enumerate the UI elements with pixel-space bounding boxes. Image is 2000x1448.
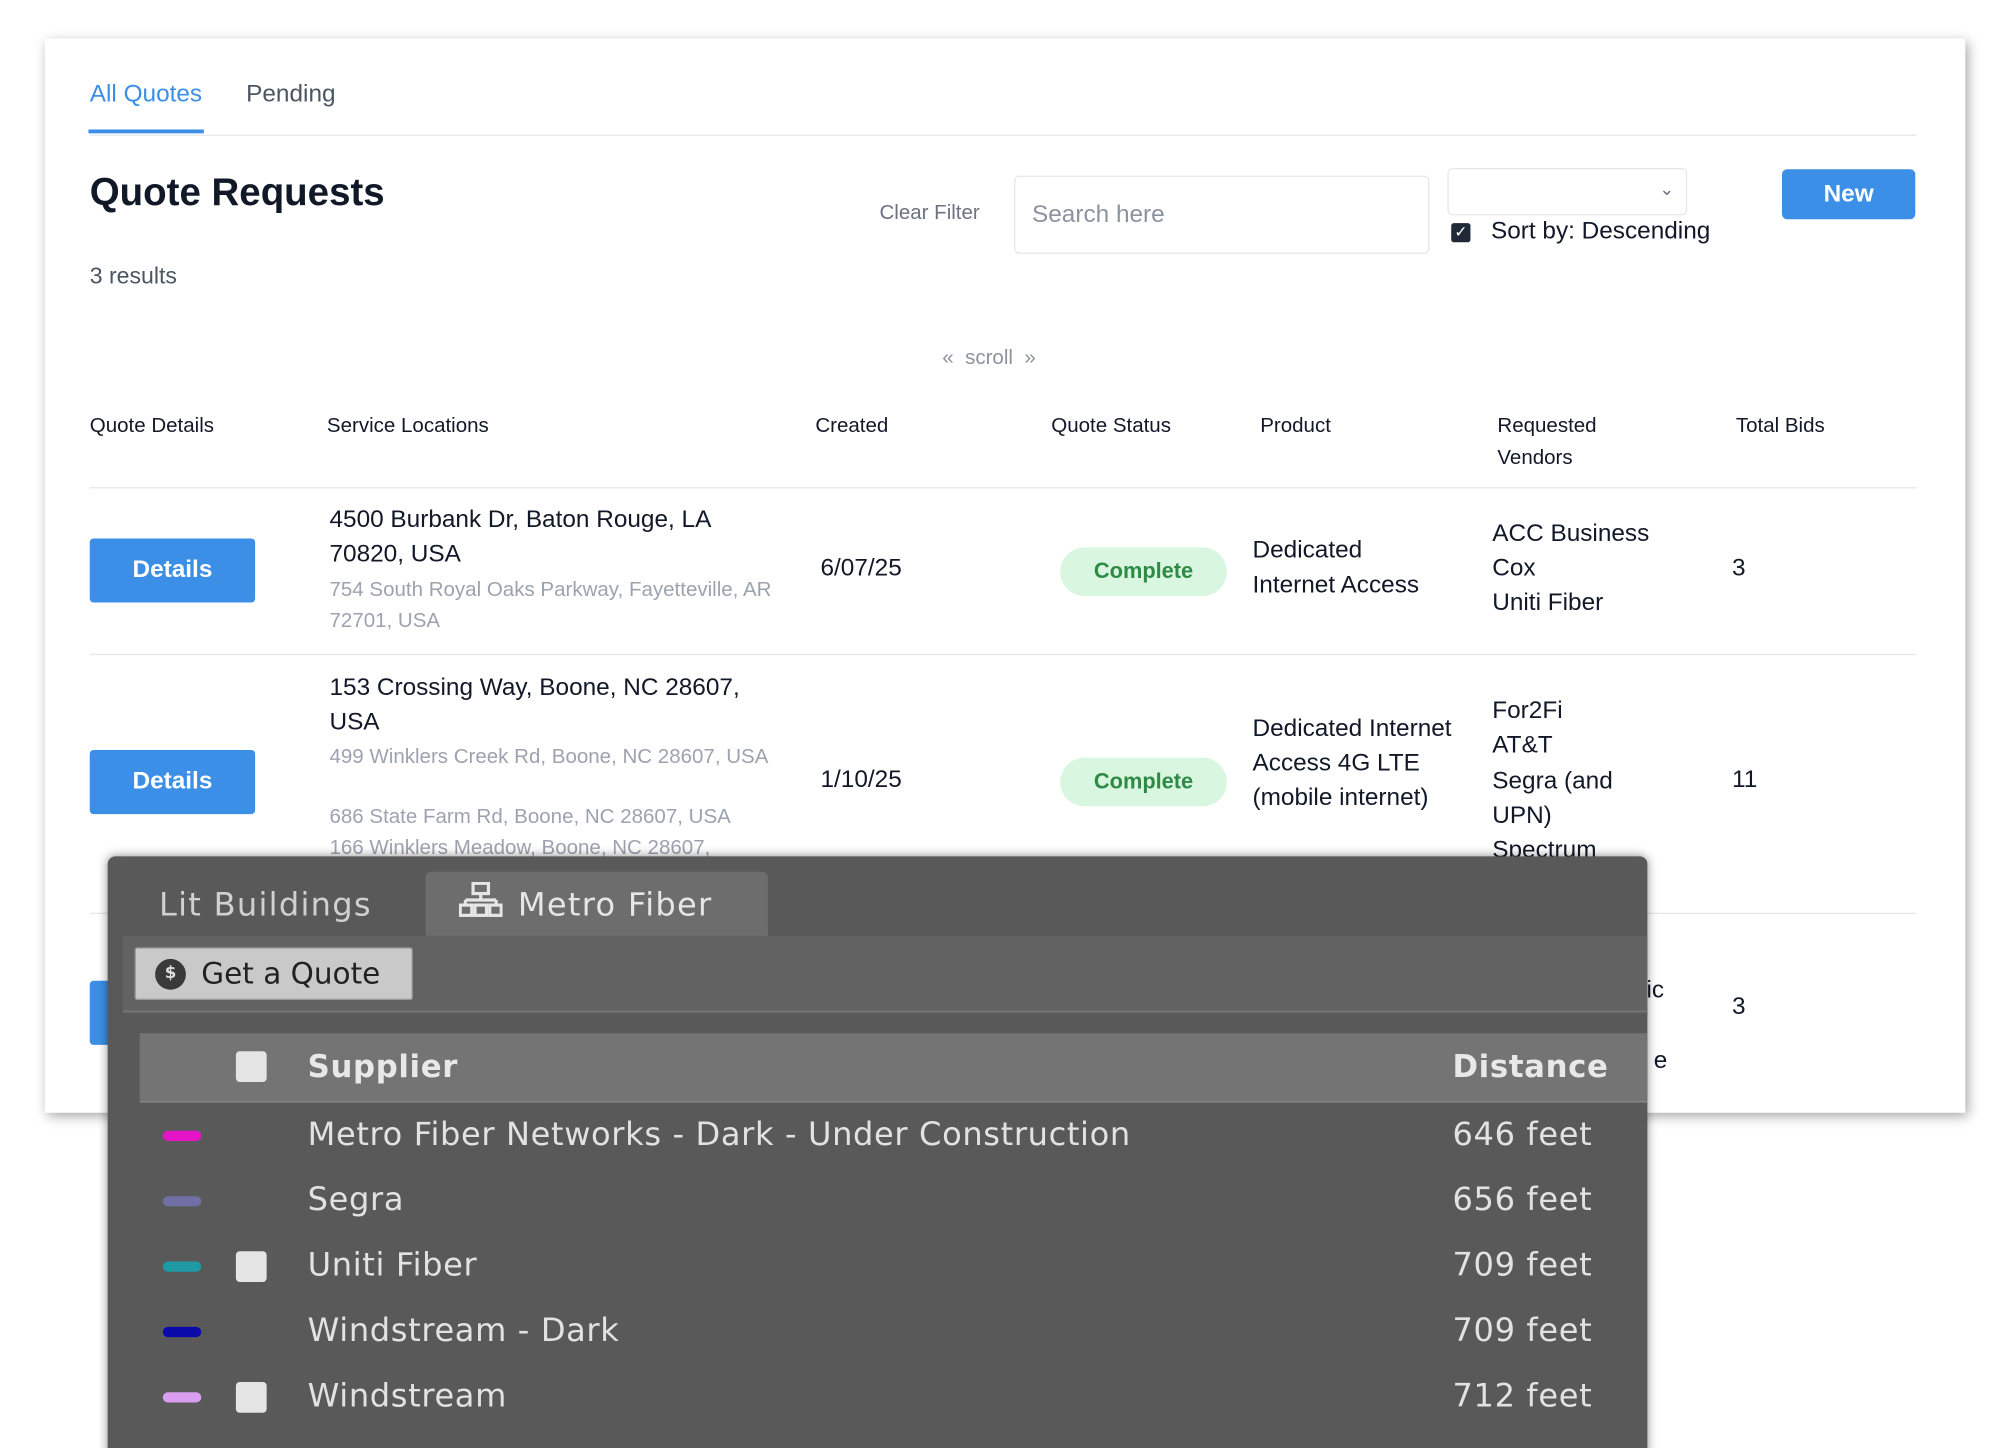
secondary-location: 686 State Farm Rd, Boone, NC 28607, USA	[329, 806, 731, 829]
created-date: 1/10/25	[820, 766, 902, 794]
search-input[interactable]	[1014, 175, 1430, 254]
sort-descending-checkbox[interactable]: ✓	[1451, 223, 1471, 243]
line-color-swatch	[162, 1326, 202, 1338]
column-header-service-locations[interactable]: Service Locations	[327, 410, 489, 442]
column-header-product[interactable]: Product	[1260, 410, 1331, 442]
supplier-distance: 656 feet	[1452, 1180, 1593, 1218]
page-title: Quote Requests	[89, 171, 385, 215]
scroll-right-icon[interactable]: »	[1024, 347, 1035, 369]
column-header-quote-status[interactable]: Quote Status	[1051, 410, 1171, 442]
scroll-label: scroll	[965, 347, 1013, 370]
product: Dedicated Internet Access 4G LTE (mobile…	[1252, 715, 1452, 812]
scroll-indicator[interactable]: « scroll »	[942, 347, 1036, 370]
tab-bar: All Quotes Pending	[88, 38, 1917, 136]
network-icon	[458, 881, 503, 926]
new-quote-button[interactable]: New	[1781, 169, 1916, 220]
get-a-quote-label: Get a Quote	[201, 957, 381, 991]
primary-location: 4500 Burbank Dr, Baton Rouge, LA 70820, …	[329, 506, 711, 568]
total-bids: 3	[1731, 993, 1746, 1021]
line-color-swatch	[162, 1130, 202, 1141]
tab-metro-fiber[interactable]: Metro Fiber	[425, 871, 768, 936]
status-badge: Complete	[1060, 547, 1227, 597]
supplier-table-header: Supplier Distance	[139, 1033, 1648, 1103]
tab-all-quotes[interactable]: All Quotes	[88, 81, 203, 134]
created-date: 6/07/25	[820, 555, 902, 583]
tab-pending[interactable]: Pending	[246, 81, 335, 109]
line-color-swatch	[162, 1196, 202, 1207]
chevron-down-icon: ⌄	[1659, 178, 1675, 199]
fiber-suppliers-panel: Lit Buildings Metro Fiber $ Get a Quote …	[107, 856, 1648, 1448]
vendor: ACC Business	[1492, 520, 1650, 548]
supplier-checkbox[interactable]	[235, 1381, 267, 1413]
panel-toolbar: $ Get a Quote	[123, 935, 1648, 1013]
total-bids: 11	[1731, 766, 1758, 794]
column-header-total-bids[interactable]: Total Bids	[1736, 410, 1825, 442]
supplier-name: Windstream	[307, 1376, 507, 1415]
line-color-swatch	[162, 1261, 202, 1272]
primary-location: 153 Crossing Way, Boone, NC 28607, USA	[329, 674, 740, 736]
details-button[interactable]: Details	[89, 749, 256, 815]
divider	[89, 653, 1917, 656]
scroll-left-icon[interactable]: «	[942, 347, 953, 369]
secondary-location: 754 South Royal Oaks Parkway, Fayettevil…	[329, 579, 772, 633]
panel-tab-bar: Lit Buildings Metro Fiber	[108, 856, 1648, 936]
column-header-quote-details[interactable]: Quote Details	[90, 410, 214, 442]
column-header-created[interactable]: Created	[815, 410, 888, 442]
dollar-bubble-icon: $	[155, 958, 186, 990]
vendor: e	[1653, 1047, 1668, 1075]
supplier-checkbox[interactable]	[235, 1251, 267, 1282]
sort-label: Sort by: Descending	[1490, 217, 1711, 245]
clear-filter-link[interactable]: Clear Filter	[879, 203, 979, 226]
secondary-location: 499 Winklers Creek Rd, Boone, NC 28607, …	[329, 746, 769, 768]
vendor: For2Fi	[1492, 697, 1563, 725]
vendor: Uniti Fiber	[1492, 589, 1604, 617]
tab-lit-buildings-label: Lit Buildings	[158, 885, 372, 923]
product: Dedicated Internet Access	[1252, 537, 1420, 599]
line-color-swatch	[162, 1392, 202, 1403]
supplier-name: Windstream - Dark	[307, 1311, 620, 1349]
supplier-row[interactable]: Segra 656 feet	[140, 1168, 1648, 1233]
column-header-distance[interactable]: Distance	[1453, 1049, 1609, 1085]
get-a-quote-button[interactable]: $ Get a Quote	[134, 947, 413, 1000]
supplier-distance: 712 feet	[1452, 1376, 1593, 1415]
total-bids: 3	[1731, 555, 1746, 583]
tab-lit-buildings[interactable]: Lit Buildings	[123, 872, 426, 936]
status-badge: Complete	[1060, 757, 1227, 807]
divider	[89, 487, 1917, 489]
vendor: Segra (and UPN)	[1492, 767, 1613, 830]
supplier-name: Segra	[307, 1180, 405, 1218]
select-all-checkbox[interactable]	[235, 1051, 267, 1083]
supplier-name: Metro Fiber Networks - Dark - Under Cons…	[307, 1115, 1131, 1153]
column-header-supplier[interactable]: Supplier	[308, 1049, 458, 1085]
tab-metro-fiber-label: Metro Fiber	[517, 885, 713, 923]
column-header-requested-vendors[interactable]: Requested Vendors	[1497, 410, 1638, 474]
supplier-distance: 646 feet	[1452, 1115, 1593, 1153]
vendor: AT&T	[1492, 732, 1553, 759]
supplier-row[interactable]: Uniti Fiber 709 feet	[140, 1233, 1648, 1298]
supplier-name: Uniti Fiber	[307, 1246, 478, 1284]
details-button[interactable]: Details	[89, 538, 256, 603]
supplier-distance: 709 feet	[1452, 1311, 1593, 1349]
supplier-distance: 709 feet	[1452, 1246, 1593, 1284]
results-count: 3 results	[89, 262, 177, 289]
supplier-row[interactable]: Metro Fiber Networks - Dark - Under Cons…	[140, 1103, 1648, 1168]
sort-field-select[interactable]: ⌄	[1447, 167, 1688, 216]
vendor: Cox	[1492, 555, 1536, 583]
supplier-row[interactable]: Windstream - Dark 709 feet	[140, 1299, 1648, 1364]
supplier-row[interactable]: Windstream 712 feet	[140, 1364, 1648, 1429]
